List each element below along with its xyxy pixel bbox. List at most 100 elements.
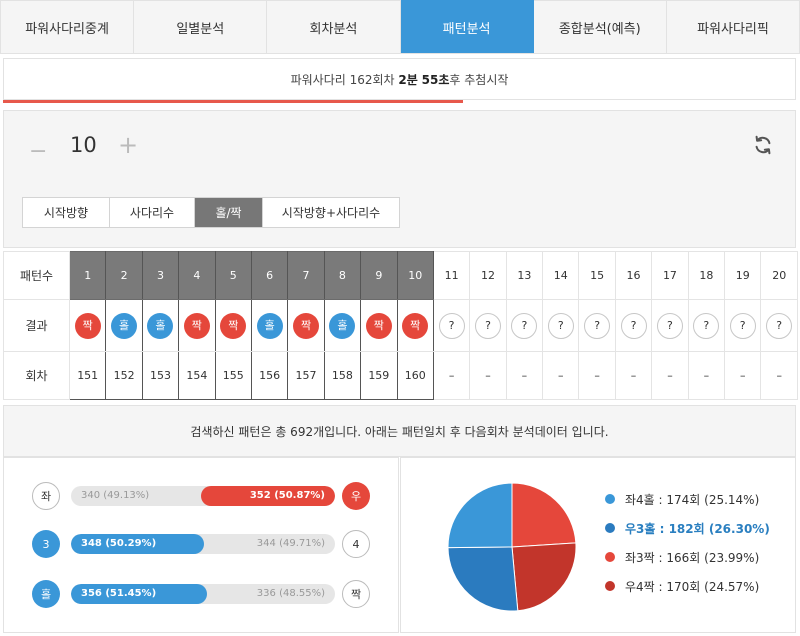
result-cell: 짝: [396, 299, 434, 352]
stat-right-value: 336 (48.55%): [256, 588, 325, 599]
round-cell: –: [760, 351, 798, 400]
countdown-minutes: 2분: [398, 72, 418, 87]
countdown-suffix: 후 추첨시작: [449, 72, 509, 87]
pie-legend: 좌4홀 : 174회 (25.14%) 우3홀 : 182회 (26.30%) 좌3…: [605, 488, 770, 604]
round-cell: 158: [323, 351, 362, 400]
pattern-number: 8: [323, 251, 362, 300]
result-ball: 홀: [147, 312, 174, 339]
result-cell: 짝: [360, 299, 398, 352]
result-cell: ?: [724, 299, 762, 352]
pattern-number: 19: [724, 251, 762, 300]
result-cell: 홀: [105, 299, 143, 352]
stat-left-value: 356 (51.45%): [81, 588, 157, 599]
stat-right-badge: 4: [342, 530, 370, 558]
pattern-number: 12: [469, 251, 507, 300]
pattern-count-label: 패턴수: [3, 251, 70, 300]
result-ball: 짝: [365, 312, 392, 339]
pattern-table: 패턴수 1 2 3 4 5 6 7 8 9 10 11 12 13 14 15 16 17 18 19 20 결과 짝…: [3, 251, 798, 400]
result-ball: ?: [547, 312, 574, 339]
tab-power-ladder-pick[interactable]: 파워사다리픽: [666, 0, 800, 53]
countdown-seconds: 55초: [421, 72, 450, 87]
main-tabs: 파워사다리중계 일별분석 회차분석 패턴분석 종합분석(예측) 파워사다리픽: [0, 0, 800, 54]
tab-power-ladder-live[interactable]: 파워사다리중계: [0, 0, 135, 53]
legend-label: 좌3짝 : 166회 (23.99%): [625, 550, 760, 565]
pattern-number: 9: [360, 251, 398, 300]
result-ball: 짝: [220, 312, 247, 339]
filter-odd-even[interactable]: 홀/짝: [195, 198, 263, 227]
pattern-number: 17: [651, 251, 689, 300]
decrease-button[interactable]: −: [29, 139, 47, 164]
legend-item: 우3홀 : 182회 (26.30%): [605, 517, 770, 539]
stat-row: 홀 356 (51.45%) 336 (48.55%) 짝: [4, 580, 400, 610]
result-cell: ?: [505, 299, 544, 352]
increase-button[interactable]: +: [118, 131, 138, 159]
pattern-controls: − 10 + 시작방향 사다리수 홀/짝 시작방향+사다리수: [3, 110, 796, 248]
pattern-number: 5: [214, 251, 252, 300]
stat-right-badge: 짝: [342, 580, 370, 608]
refresh-icon[interactable]: [752, 134, 774, 156]
round-cell: 153: [141, 351, 180, 400]
legend-item: 우4짝 : 170회 (24.57%): [605, 575, 770, 597]
result-cell: 짝: [214, 299, 252, 352]
result-cell: ?: [542, 299, 580, 352]
tab-overall-prediction[interactable]: 종합분석(예측): [533, 0, 667, 53]
round-cell: –: [432, 351, 471, 400]
stat-bar: 340 (49.13%) 352 (50.87%): [71, 486, 335, 506]
round-cell: 151: [68, 351, 107, 400]
result-label: 결과: [3, 299, 70, 352]
pattern-number: 13: [505, 251, 544, 300]
result-ball: ?: [511, 312, 538, 339]
pattern-number: 7: [287, 251, 325, 300]
result-cell: 홀: [141, 299, 180, 352]
filter-direction-ladder[interactable]: 시작방향+사다리수: [263, 198, 399, 227]
stat-left-badge: 좌: [32, 482, 60, 510]
legend-label: 우3홀 : 182회 (26.30%): [625, 521, 770, 536]
pattern-number: 18: [687, 251, 726, 300]
result-cell: ?: [651, 299, 689, 352]
pie-chart-panel: 좌4홀 : 174회 (25.14%) 우3홀 : 182회 (26.30%) 좌3…: [400, 457, 796, 633]
round-cell: 160: [396, 351, 434, 400]
pie-slice: [447, 546, 519, 612]
result-ball: ?: [656, 312, 683, 339]
result-cell: 짝: [68, 299, 107, 352]
stat-left-value: 340 (49.13%): [81, 490, 150, 501]
countdown-progress-bar: [3, 100, 463, 103]
result-cell: ?: [760, 299, 798, 352]
tab-pattern-analysis[interactable]: 패턴분석: [400, 0, 534, 53]
result-cell: 짝: [287, 299, 325, 352]
tab-daily-analysis[interactable]: 일별분석: [134, 0, 268, 53]
round-cell: –: [542, 351, 580, 400]
stat-bars-panel: 좌 340 (49.13%) 352 (50.87%) 우 3 348 (50.29%) 3…: [3, 457, 399, 633]
result-ball: 짝: [74, 312, 101, 339]
result-ball: 홀: [329, 312, 356, 339]
result-cell: 홀: [323, 299, 362, 352]
legend-label: 우4짝 : 170회 (24.57%): [625, 579, 760, 594]
stat-row: 3 348 (50.29%) 344 (49.71%) 4: [4, 530, 400, 560]
pattern-number: 6: [250, 251, 289, 300]
stat-right-badge: 우: [342, 482, 370, 510]
legend-dot: [605, 581, 615, 591]
pattern-number: 4: [178, 251, 216, 300]
stat-row: 좌 340 (49.13%) 352 (50.87%) 우: [4, 482, 400, 512]
filter-ladder-count[interactable]: 사다리수: [110, 198, 195, 227]
pattern-number: 2: [105, 251, 143, 300]
round-label: 회차: [3, 351, 70, 400]
tab-round-analysis[interactable]: 회차분석: [267, 0, 401, 53]
result-ball: 짝: [402, 312, 429, 339]
round-cell: 157: [287, 351, 325, 400]
legend-dot: [605, 494, 615, 504]
round-cell: 155: [214, 351, 252, 400]
round-cell: –: [505, 351, 544, 400]
result-ball: ?: [620, 312, 647, 339]
filter-start-direction[interactable]: 시작방향: [23, 198, 110, 227]
round-cell: –: [469, 351, 507, 400]
pie-slice: [447, 482, 513, 549]
pattern-number: 16: [614, 251, 653, 300]
legend-label: 좌4홀 : 174회 (25.14%): [625, 492, 760, 507]
pattern-number: 15: [578, 251, 616, 300]
legend-dot: [605, 552, 615, 562]
result-ball: 홀: [256, 312, 283, 339]
result-cell: ?: [687, 299, 726, 352]
round-cell: –: [614, 351, 653, 400]
result-ball: 홀: [111, 312, 138, 339]
